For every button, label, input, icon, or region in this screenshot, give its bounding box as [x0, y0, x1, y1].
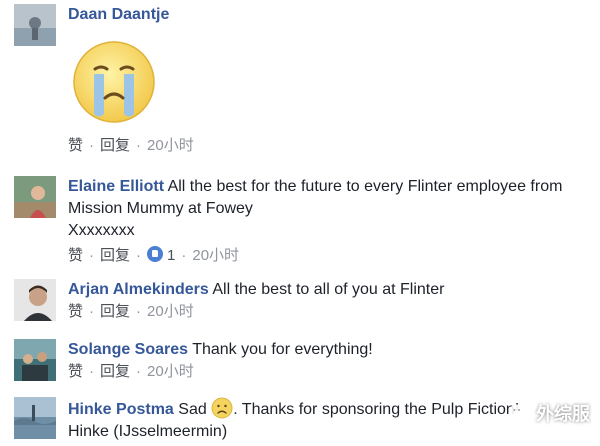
avatar[interactable] — [14, 339, 56, 381]
watermark-text: 外综服 — [536, 404, 590, 424]
separator: · — [89, 363, 95, 380]
separator: · — [89, 137, 95, 154]
like-count[interactable]: 1 — [147, 246, 175, 264]
like-button[interactable]: 赞 — [68, 303, 83, 320]
comment-text: Thank you for everything! — [192, 341, 373, 358]
separator: · — [181, 247, 187, 264]
sad-face-icon — [211, 397, 233, 419]
commenter-name[interactable]: Solange Soares — [68, 341, 188, 358]
avatar[interactable] — [14, 279, 56, 321]
comment-text: . Thanks for sponsoring the Pulp Fiction… — [233, 401, 520, 418]
comment-text: All the best to all of you at Flinter — [212, 281, 445, 298]
commenter-name[interactable]: Arjan Almekinders — [68, 281, 209, 298]
comment-text: Sad — [178, 401, 207, 418]
separator: · — [136, 247, 142, 264]
commenter-name[interactable]: Daan Daantje — [68, 6, 169, 23]
avatar[interactable] — [14, 176, 56, 218]
reply-button[interactable]: 回复 — [100, 303, 130, 320]
like-button[interactable]: 赞 — [68, 137, 83, 154]
thumbs-up-icon — [147, 246, 164, 262]
separator: · — [136, 137, 142, 154]
wechat-icon — [508, 402, 530, 424]
timestamp[interactable]: 20小时 — [147, 137, 194, 154]
commenter-name[interactable]: Hinke Postma — [68, 401, 174, 418]
avatar[interactable] — [14, 397, 56, 439]
avatar[interactable] — [14, 4, 56, 46]
watermark: 外综服 — [508, 400, 590, 426]
commenter-name[interactable]: Elaine Elliott — [68, 178, 164, 195]
reply-button[interactable]: 回复 — [100, 363, 130, 380]
separator: · — [136, 303, 142, 320]
reply-button[interactable]: 回复 — [100, 137, 130, 154]
timestamp[interactable]: 20小时 — [192, 247, 239, 264]
separator: · — [89, 247, 95, 264]
separator: · — [136, 363, 142, 380]
like-button[interactable]: 赞 — [68, 363, 83, 380]
comment-text-line: Xxxxxxxx — [68, 222, 135, 239]
like-button[interactable]: 赞 — [68, 247, 83, 264]
timestamp[interactable]: 20小时 — [147, 303, 194, 320]
crying-face-emoji — [68, 36, 160, 128]
reply-button[interactable]: 回复 — [100, 247, 130, 264]
timestamp[interactable]: 20小时 — [147, 363, 194, 380]
separator: · — [89, 303, 95, 320]
